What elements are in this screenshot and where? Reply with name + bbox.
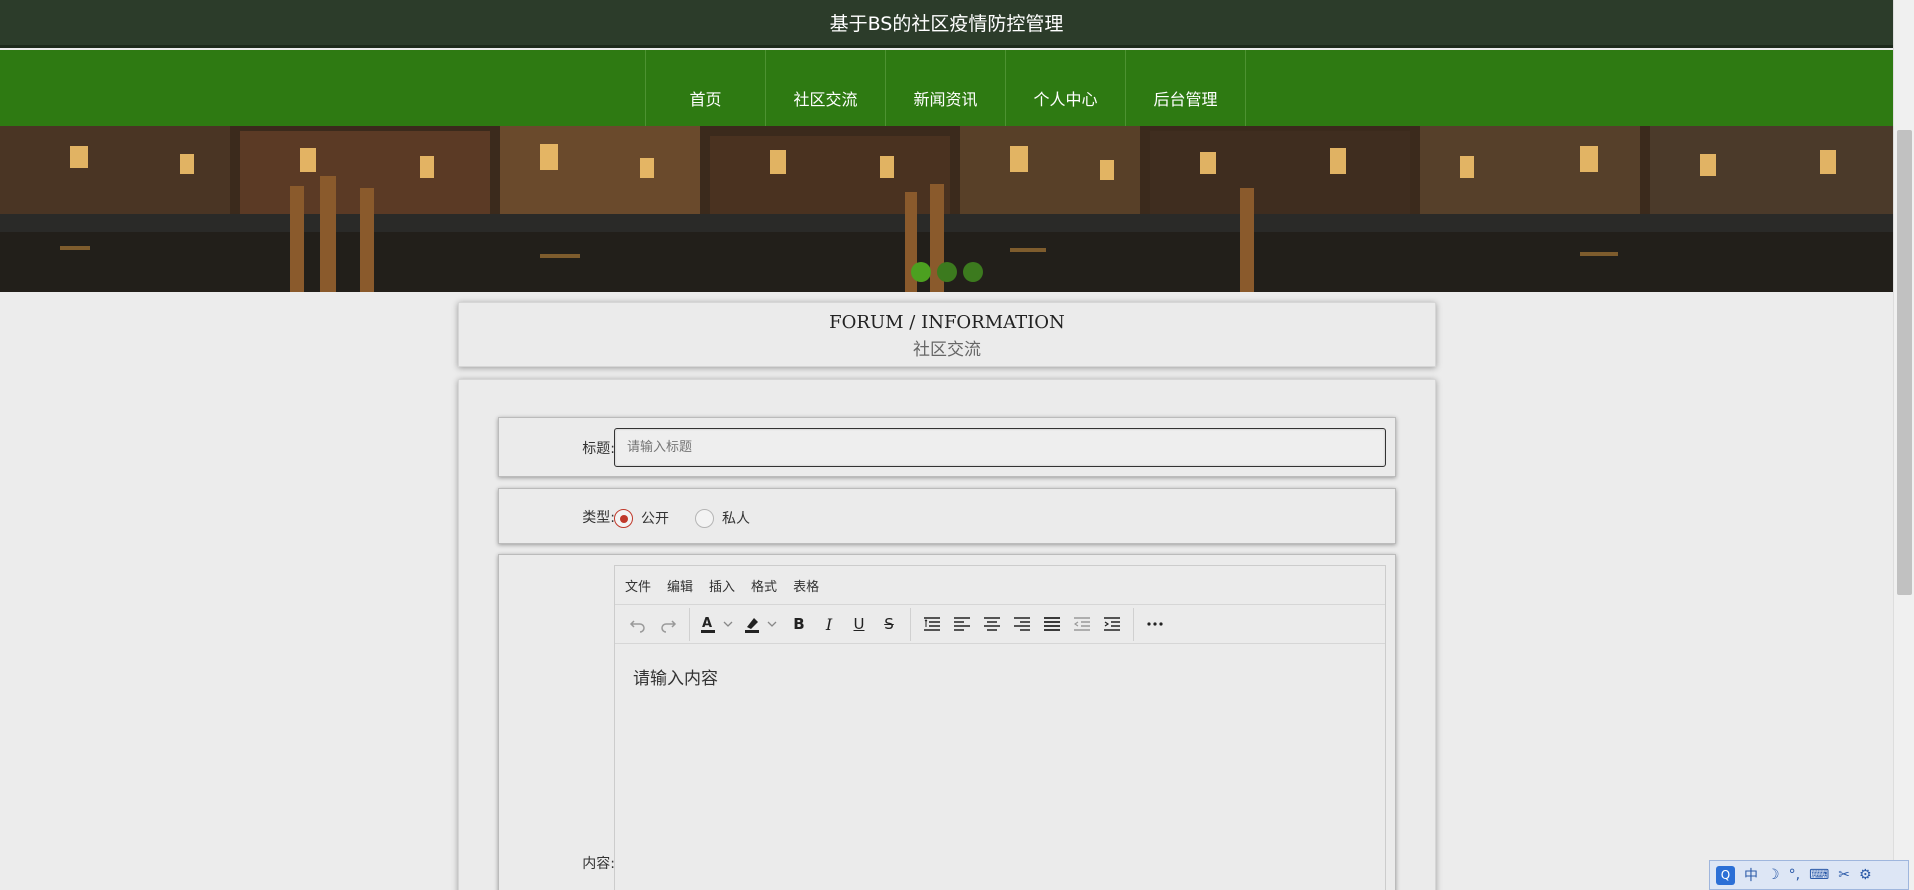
nav-item-admin[interactable]: 后台管理 [1126,50,1246,126]
ime-toolbar: Q 中 ☽ °, ⌨ ✂ ⚙ [1709,860,1909,890]
align-center-icon[interactable] [977,609,1007,639]
type-radio-private-label: 私人 [722,511,750,527]
site-title: 基于BS的社区疫情防控管理 [829,13,1064,35]
scrollbar-thumb[interactable] [1897,130,1912,595]
font-color-icon[interactable]: A [696,609,740,639]
section-title-en: FORUM / INFORMATION [829,312,1065,333]
carousel-dots [911,262,983,282]
outdent-icon[interactable] [1067,609,1097,639]
type-radio-public-label: 公开 [641,511,669,527]
menu-file[interactable]: 文件 [625,576,651,595]
ime-keyboard-icon[interactable]: ⌨ [1809,867,1829,883]
menu-insert[interactable]: 插入 [709,576,735,595]
page-scrollbar[interactable] [1893,0,1914,890]
svg-text:A: A [702,616,712,631]
undo-icon[interactable] [623,609,653,639]
more-icon[interactable] [1140,609,1170,639]
editor-menubar: 文件 编辑 插入 格式 表格 [615,566,1385,605]
type-radio-private[interactable]: 私人 [695,508,750,528]
carousel-dot-3[interactable] [963,262,983,282]
align-left-icon[interactable] [947,609,977,639]
section-title-cn: 社区交流 [913,340,981,360]
redo-icon[interactable] [653,609,683,639]
nav-item-home[interactable]: 首页 [646,50,766,126]
menu-edit[interactable]: 编辑 [667,576,693,595]
form-row-content: 内容: 文件 编辑 插入 格式 表格 A B I U S 请输入内容 [498,554,1396,890]
site-header: 基于BS的社区疫情防控管理 [0,0,1893,48]
carousel-dot-2[interactable] [937,262,957,282]
ime-moon-icon[interactable]: ☽ [1767,867,1780,883]
indent-icon[interactable] [1097,609,1127,639]
form-row-type: 类型: 公开 私人 [498,488,1396,544]
underline-icon[interactable]: U [844,609,874,639]
line-height-icon[interactable] [917,609,947,639]
align-justify-icon[interactable] [1037,609,1067,639]
carousel-dot-1[interactable] [911,262,931,282]
ime-tool-icon[interactable]: ✂ [1838,867,1850,883]
title-label: 标题: [582,441,615,457]
section-header: FORUM / INFORMATION 社区交流 [458,302,1436,367]
nav-item-news[interactable]: 新闻资讯 [886,50,1006,126]
radio-checked-icon [614,508,633,528]
align-right-icon[interactable] [1007,609,1037,639]
radio-unchecked-icon [695,508,714,528]
menu-table[interactable]: 表格 [793,576,819,595]
type-radio-public[interactable]: 公开 [614,508,669,528]
ime-settings-icon[interactable]: ⚙ [1859,867,1872,883]
highlight-color-icon[interactable] [740,609,784,639]
rich-text-editor: 文件 编辑 插入 格式 表格 A B I U S 请输入内容 [614,565,1386,890]
nav-item-community[interactable]: 社区交流 [766,50,886,126]
nav-item-profile[interactable]: 个人中心 [1006,50,1126,126]
ime-punct-icon[interactable]: °, [1789,867,1800,883]
type-label: 类型: [582,510,615,526]
ime-logo-icon[interactable]: Q [1716,865,1735,885]
form-row-title: 标题: [498,417,1396,477]
title-input[interactable] [614,428,1386,467]
menu-format[interactable]: 格式 [751,576,777,595]
bold-icon[interactable]: B [784,609,814,639]
main-nav: 首页 社区交流 新闻资讯 个人中心 后台管理 [0,50,1893,126]
ime-lang-toggle[interactable]: 中 [1744,865,1758,885]
italic-icon[interactable]: I [814,609,844,639]
editor-toolbar: A B I U S [615,605,1385,644]
editor-content-area[interactable]: 请输入内容 [615,644,1385,709]
content-label: 内容: [582,856,615,872]
strikethrough-icon[interactable]: S [874,609,904,639]
